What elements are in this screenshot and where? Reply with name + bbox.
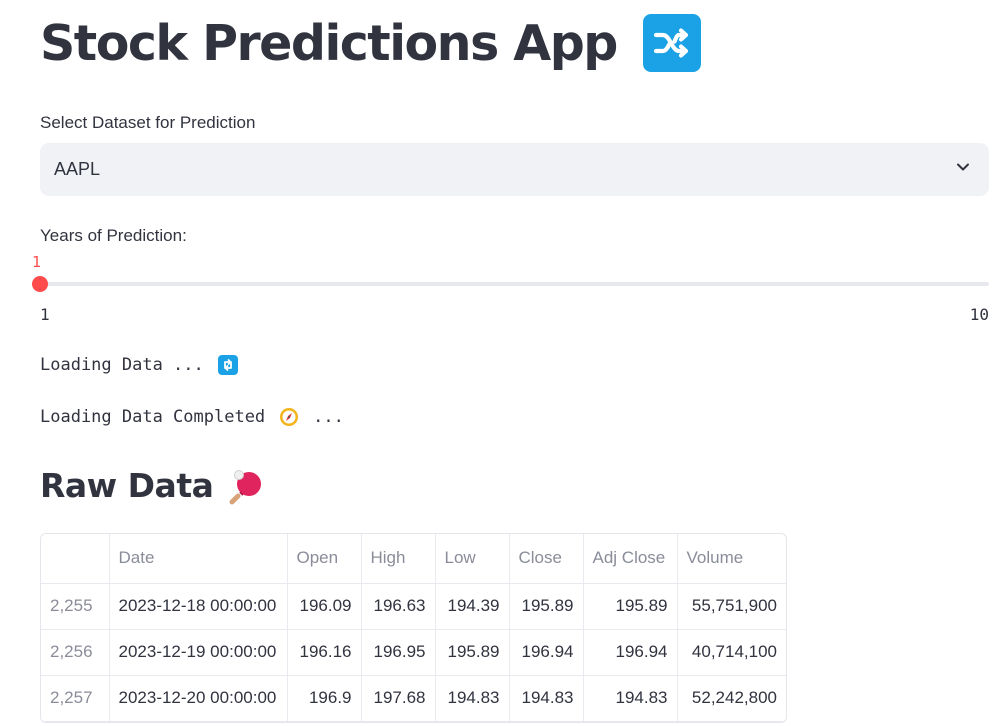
slider-current-value: 1 xyxy=(32,253,42,271)
column-header-open[interactable]: Open xyxy=(287,534,362,584)
raw-data-heading: Raw Data xyxy=(40,466,267,505)
volume-cell[interactable]: 40,714,100 xyxy=(677,629,786,676)
column-header-close[interactable]: Close xyxy=(509,534,584,584)
date-cell[interactable]: 2023-12-19 00:00:00 xyxy=(109,629,288,676)
column-header-volume[interactable]: Volume xyxy=(677,534,786,584)
column-header-low[interactable]: Low xyxy=(435,534,510,584)
page-title-text: Stock Predictions App xyxy=(40,14,618,72)
table-row: 2,257 2023-12-20 00:00:00 196.9 197.68 1… xyxy=(41,675,786,722)
dataset-select-value: AAPL xyxy=(54,159,101,179)
adj-close-cell[interactable]: 196.94 xyxy=(583,629,678,676)
row-index-cell[interactable]: 2,255 xyxy=(41,583,110,630)
raw-data-heading-text: Raw Data xyxy=(40,466,214,505)
column-header-date[interactable]: Date xyxy=(109,534,288,584)
date-cell[interactable]: 2023-12-18 00:00:00 xyxy=(109,583,288,630)
shuffle-icon xyxy=(642,14,701,72)
date-cell[interactable]: 2023-12-20 00:00:00 xyxy=(109,675,288,722)
column-header-high[interactable]: High xyxy=(361,534,436,584)
page-title: Stock Predictions App xyxy=(40,14,701,72)
close-cell[interactable]: 196.94 xyxy=(509,629,584,676)
completed-status-suffix: ... xyxy=(313,407,344,427)
slider-thumb[interactable] xyxy=(32,276,48,292)
loading-status-text: Loading Data ... xyxy=(40,355,204,375)
table-header-row: Date Open High Low Close Adj Close Volum… xyxy=(41,534,786,584)
chevron-down-icon xyxy=(955,159,971,180)
slider-min-label: 1 xyxy=(40,305,50,324)
ping-pong-paddle-icon xyxy=(229,467,267,505)
volume-cell[interactable]: 52,242,800 xyxy=(677,675,786,722)
slider-track[interactable] xyxy=(40,282,989,286)
years-slider-label: Years of Prediction: xyxy=(40,226,187,245)
completed-status-text: Loading Data Completed xyxy=(40,407,266,427)
table-row: 2,255 2023-12-18 00:00:00 196.09 196.63 … xyxy=(41,583,786,630)
open-cell[interactable]: 196.9 xyxy=(287,675,362,722)
close-cell[interactable]: 195.89 xyxy=(509,583,584,630)
raw-data-table[interactable]: Date Open High Low Close Adj Close Volum… xyxy=(40,533,787,723)
completed-status: Loading Data Completed ... xyxy=(40,407,344,427)
table-row: 2,256 2023-12-19 00:00:00 196.16 196.95 … xyxy=(41,629,786,676)
row-index-cell[interactable]: 2,257 xyxy=(41,675,110,722)
column-header-index[interactable] xyxy=(41,534,110,584)
high-cell[interactable]: 197.68 xyxy=(361,675,436,722)
column-header-adj-close[interactable]: Adj Close xyxy=(583,534,678,584)
compass-icon xyxy=(279,407,299,427)
adj-close-cell[interactable]: 194.83 xyxy=(583,675,678,722)
dataset-select[interactable]: AAPL xyxy=(40,143,989,196)
dataset-select-label: Select Dataset for Prediction xyxy=(40,113,256,132)
years-slider[interactable]: 1 1 10 xyxy=(32,253,989,325)
adj-close-cell[interactable]: 195.89 xyxy=(583,583,678,630)
high-cell[interactable]: 196.63 xyxy=(361,583,436,630)
low-cell[interactable]: 195.89 xyxy=(435,629,510,676)
slider-max-label: 10 xyxy=(969,305,989,324)
volume-cell[interactable]: 55,751,900 xyxy=(677,583,786,630)
loading-status: Loading Data ... xyxy=(40,355,238,375)
row-index-cell[interactable]: 2,256 xyxy=(41,629,110,676)
open-cell[interactable]: 196.16 xyxy=(287,629,362,676)
low-cell[interactable]: 194.83 xyxy=(435,675,510,722)
high-cell[interactable]: 196.95 xyxy=(361,629,436,676)
open-cell[interactable]: 196.09 xyxy=(287,583,362,630)
refresh-icon xyxy=(217,355,238,375)
close-cell[interactable]: 194.83 xyxy=(509,675,584,722)
low-cell[interactable]: 194.39 xyxy=(435,583,510,630)
